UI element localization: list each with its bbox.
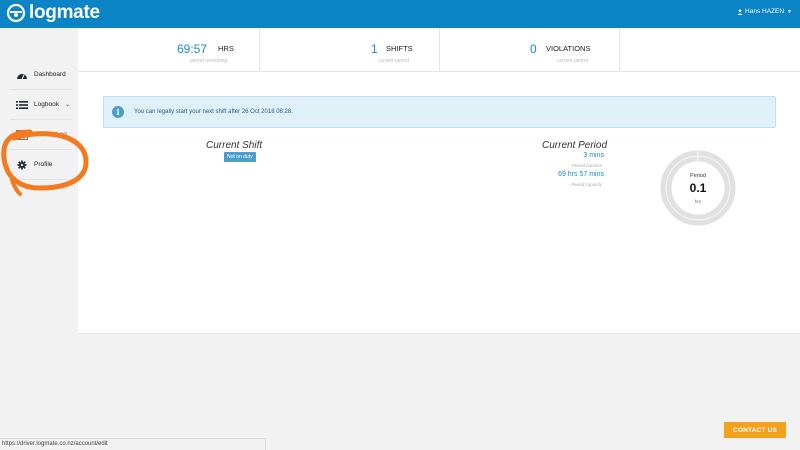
stat-caption: current period <box>378 58 409 64</box>
caret-down-icon: ▼ <box>787 8 792 15</box>
stat-hours: 69:57 HRS period remaining <box>78 28 260 72</box>
gauge-unit: hrs <box>694 199 702 204</box>
logo-text: logmate <box>29 2 100 23</box>
stat-shifts: 1 SHIFTS current period <box>260 28 440 72</box>
current-shift-title: Current Shift <box>206 140 263 151</box>
stat-unit: SHIFTS <box>386 44 413 53</box>
sidebar-item-dashboard[interactable]: Dashboard <box>10 60 72 90</box>
stat-value: 69:57 <box>177 42 208 56</box>
period-gauge: Period 0.1 hrs <box>658 148 738 228</box>
logmate-logo-icon <box>6 3 26 23</box>
contact-us-button[interactable]: CONTACT US <box>724 422 786 438</box>
period-capacity-caption: Period capacity <box>571 182 602 187</box>
stats-bar: 69:57 HRS period remaining 1 SHIFTS curr… <box>78 28 800 72</box>
alert-text: You can legally start your next shift af… <box>134 109 293 115</box>
stat-violations: 0 VIOLATIONS current period <box>440 28 620 72</box>
sidebar-item-label: Dashboard <box>34 71 66 78</box>
current-period-title: Current Period <box>542 140 608 151</box>
user-icon <box>737 8 743 15</box>
info-icon: i <box>112 106 124 118</box>
stat-caption: period remaining <box>190 58 228 64</box>
user-menu[interactable]: Hans HAZEN ▼ <box>737 8 792 15</box>
sidebar-item-logbook[interactable]: Logbook ⌄ <box>10 90 72 120</box>
user-name: Hans HAZEN <box>745 8 785 15</box>
sidebar: Dashboard Logbook ⌄ Submit Log Profile <box>0 28 78 438</box>
next-shift-alert: i You can legally start your next shift … <box>103 96 776 128</box>
browser-status-url: https://driver.logmate.co.nz/account/edi… <box>0 438 266 450</box>
annotation-circle <box>1 129 89 196</box>
period-balance-value: 3 mins <box>583 152 604 159</box>
dashboard-icon <box>17 73 27 79</box>
dashboard-panel: 69:57 HRS period remaining 1 SHIFTS curr… <box>78 28 800 334</box>
gauge-value: 0.1 <box>689 181 707 195</box>
top-bar: logmate Hans HAZEN ▼ <box>0 0 800 28</box>
chevron-down-icon: ⌄ <box>64 102 70 108</box>
stat-unit: HRS <box>218 44 234 53</box>
stat-unit: VIOLATIONS <box>546 44 591 53</box>
logo[interactable]: logmate <box>6 3 100 23</box>
gauge-label: Period <box>690 173 706 179</box>
stat-value: 0 <box>530 42 537 56</box>
status-badge: Not on duty <box>224 152 256 162</box>
stat-caption: current period <box>557 58 588 64</box>
list-icon <box>16 100 28 109</box>
period-balance-caption: Period balance <box>571 163 602 168</box>
stat-value: 1 <box>371 42 378 56</box>
sidebar-item-label: Logbook <box>34 101 59 108</box>
period-capacity-value: 69 hrs 57 mins <box>558 171 604 178</box>
